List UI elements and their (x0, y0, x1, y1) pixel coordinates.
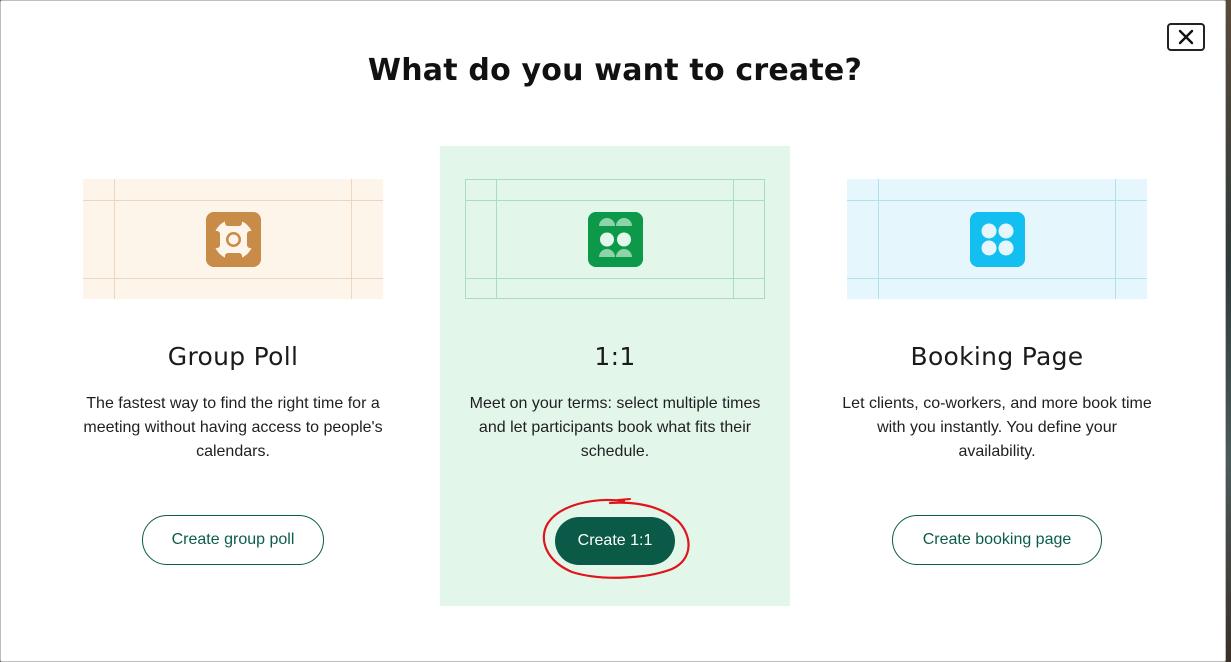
card-description: The fastest way to find the right time f… (83, 395, 383, 460)
card-description: Let clients, co-workers, and more book t… (842, 395, 1152, 460)
card-one-on-one: 1:1 Meet on your terms: select multiple … (440, 146, 790, 606)
close-icon (1178, 29, 1194, 45)
create-booking-page-button[interactable]: Create booking page (892, 515, 1102, 565)
modal-title: What do you want to create? (367, 53, 863, 88)
booking-page-illustration (847, 179, 1147, 299)
booking-page-icon (970, 212, 1025, 267)
create-modal: What do you want to create? Group Poll T… (0, 0, 1226, 662)
one-on-one-illustration (465, 179, 765, 299)
create-one-on-one-button[interactable]: Create 1:1 (555, 517, 675, 565)
card-title: Group Poll (167, 342, 299, 371)
card-group-poll: Group Poll The fastest way to find the r… (58, 146, 408, 606)
close-button[interactable] (1167, 23, 1205, 51)
create-group-poll-button[interactable]: Create group poll (142, 515, 324, 565)
group-poll-illustration (83, 179, 383, 299)
one-on-one-icon (588, 212, 643, 267)
card-title: 1:1 (594, 342, 636, 371)
card-title: Booking Page (910, 342, 1084, 371)
group-poll-icon (206, 212, 261, 267)
card-description: Meet on your terms: select multiple time… (469, 395, 761, 460)
card-booking-page: Booking Page Let clients, co-workers, an… (822, 146, 1172, 606)
